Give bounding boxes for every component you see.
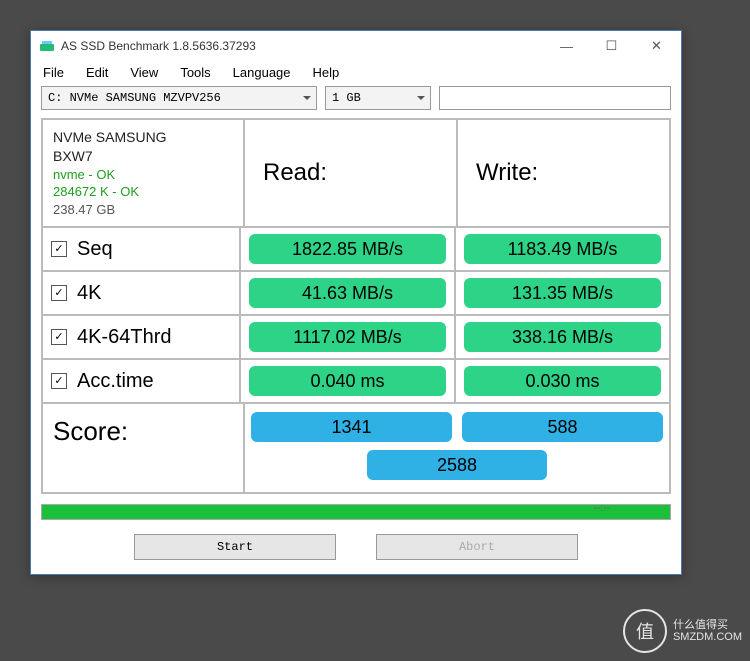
drive-name-2: BXW7 xyxy=(53,147,93,166)
acc-read: 0.040 ms xyxy=(249,366,446,396)
watermark: 值 什么值得买 SMZDM.COM xyxy=(623,609,742,653)
toolbar: C: NVMe SAMSUNG MZVPV256 1 GB xyxy=(31,86,681,118)
watermark-site: SMZDM.COM xyxy=(673,631,742,643)
score-write: 588 xyxy=(462,412,663,442)
drive-name-1: NVMe SAMSUNG xyxy=(53,128,167,147)
label-seq: Seq xyxy=(77,238,113,261)
checkbox-seq[interactable]: ✓ xyxy=(51,241,67,257)
4k64-write: 338.16 MB/s xyxy=(464,322,661,352)
close-button[interactable]: ✕ xyxy=(634,32,679,60)
watermark-brand: 什么值得买 xyxy=(673,619,742,631)
label-4k64: 4K-64Thrd xyxy=(77,326,172,349)
checkbox-4k64[interactable]: ✓ xyxy=(51,329,67,345)
maximize-button[interactable]: ☐ xyxy=(589,32,634,60)
progress-bar: --:-- xyxy=(41,504,671,520)
results-grid: NVMe SAMSUNG BXW7 nvme - OK 284672 K - O… xyxy=(41,118,671,494)
drive-info: NVMe SAMSUNG BXW7 nvme - OK 284672 K - O… xyxy=(43,120,245,226)
menu-help[interactable]: Help xyxy=(313,65,340,80)
acc-write: 0.030 ms xyxy=(464,366,661,396)
app-icon xyxy=(39,38,55,54)
checkbox-acc[interactable]: ✓ xyxy=(51,373,67,389)
menu-file[interactable]: File xyxy=(43,65,64,80)
align-status: 284672 K - OK xyxy=(53,183,139,201)
4k-write: 131.35 MB/s xyxy=(464,278,661,308)
score-total: 2588 xyxy=(367,450,547,480)
menubar: File Edit View Tools Language Help xyxy=(31,61,681,86)
label-4k: 4K xyxy=(77,282,101,305)
minimize-button[interactable]: — xyxy=(544,32,589,60)
driver-status: nvme - OK xyxy=(53,166,115,184)
app-window: AS SSD Benchmark 1.8.5636.37293 — ☐ ✕ Fi… xyxy=(30,30,682,575)
label-acc: Acc.time xyxy=(77,370,154,393)
checkbox-4k[interactable]: ✓ xyxy=(51,285,67,301)
abort-button: Abort xyxy=(376,534,578,560)
menu-language[interactable]: Language xyxy=(233,65,291,80)
menu-edit[interactable]: Edit xyxy=(86,65,108,80)
header-read: Read: xyxy=(251,159,450,187)
titlebar: AS SSD Benchmark 1.8.5636.37293 — ☐ ✕ xyxy=(31,31,681,61)
drive-capacity: 238.47 GB xyxy=(53,201,115,219)
menu-tools[interactable]: Tools xyxy=(180,65,210,80)
seq-read: 1822.85 MB/s xyxy=(249,234,446,264)
drive-select[interactable]: C: NVMe SAMSUNG MZVPV256 xyxy=(41,86,317,110)
seq-write: 1183.49 MB/s xyxy=(464,234,661,264)
watermark-icon: 值 xyxy=(623,609,667,653)
header-write: Write: xyxy=(464,159,663,187)
4k-read: 41.63 MB/s xyxy=(249,278,446,308)
4k64-read: 1117.02 MB/s xyxy=(249,322,446,352)
window-title: AS SSD Benchmark 1.8.5636.37293 xyxy=(61,39,544,53)
start-button[interactable]: Start xyxy=(134,534,336,560)
blank-input[interactable] xyxy=(439,86,671,110)
score-label: Score: xyxy=(43,404,245,492)
size-select[interactable]: 1 GB xyxy=(325,86,431,110)
score-read: 1341 xyxy=(251,412,452,442)
menu-view[interactable]: View xyxy=(130,65,158,80)
